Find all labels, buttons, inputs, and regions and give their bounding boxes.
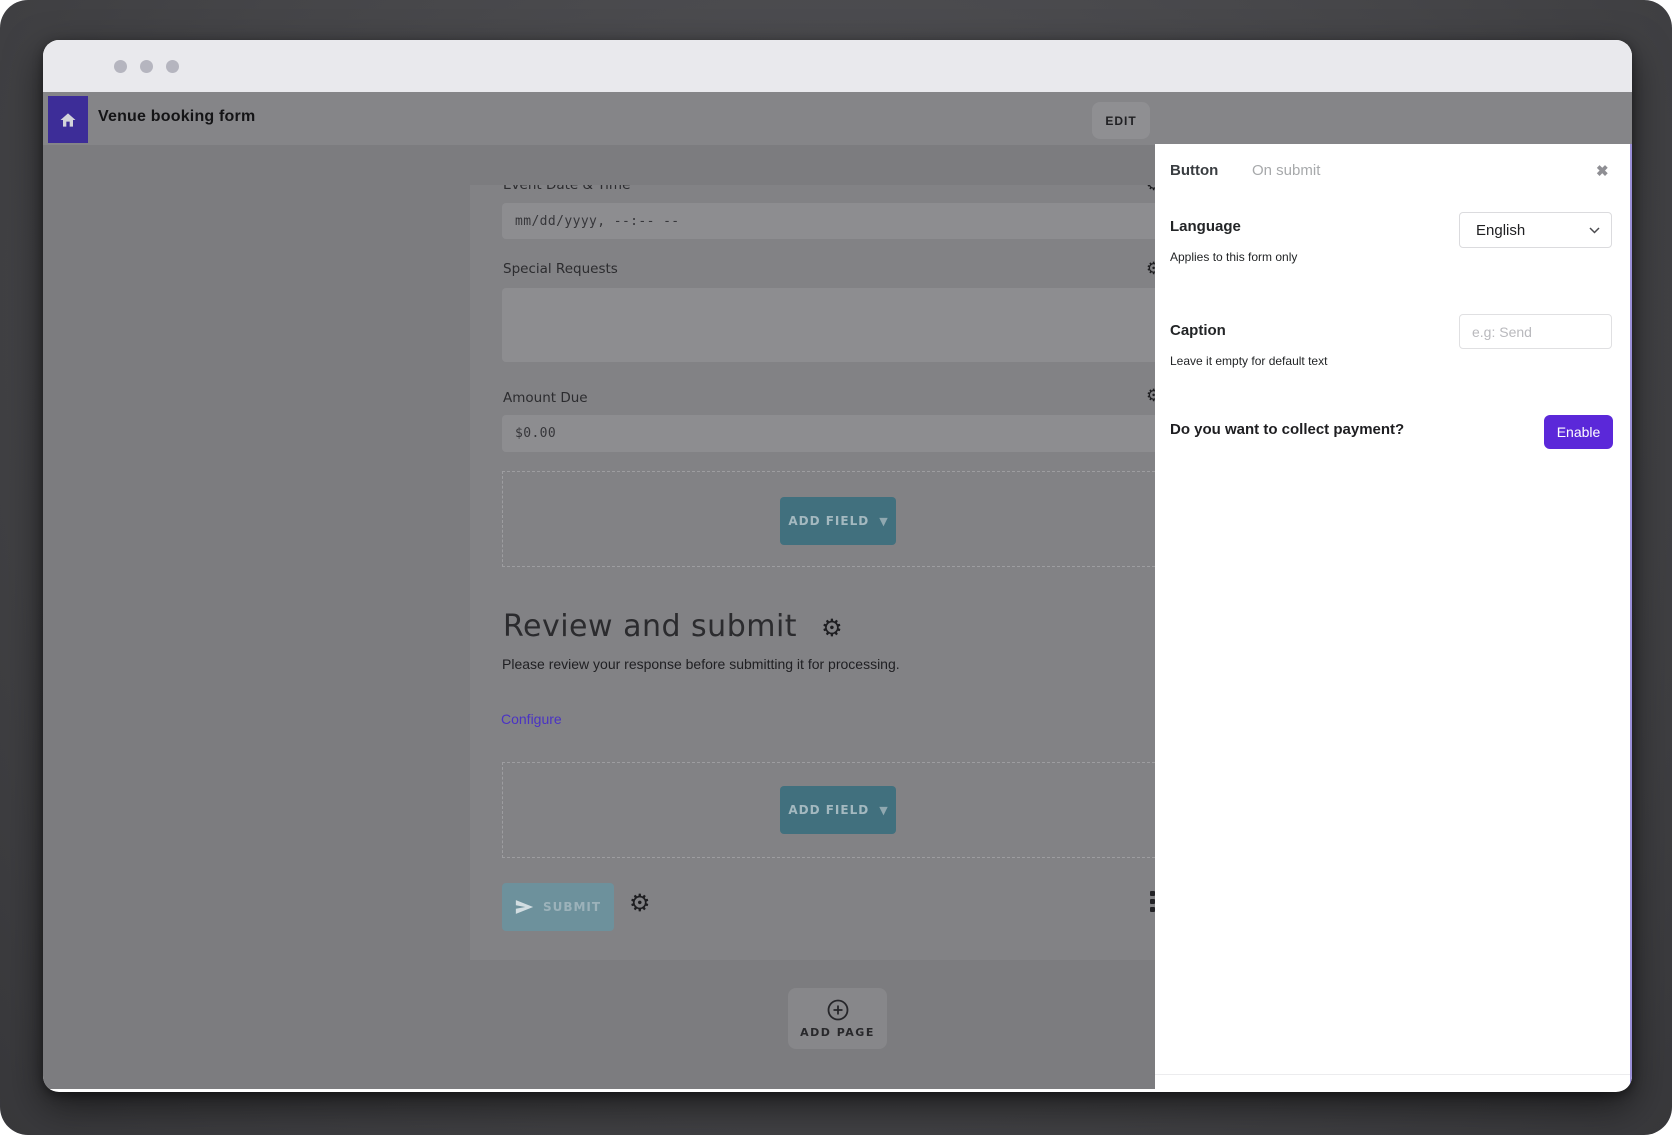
payment-question: Do you want to collect payment? <box>1170 421 1404 438</box>
enable-payment-button[interactable]: Enable <box>1544 415 1613 449</box>
add-field-label: ADD FIELD <box>788 514 869 528</box>
date-time-value: mm/dd/yyyy, --:-- -- <box>515 214 680 229</box>
add-page-button[interactable]: ADD PAGE <box>788 988 887 1049</box>
configure-link[interactable]: Configure <box>501 711 562 727</box>
caret-down-icon: ▼ <box>879 515 887 528</box>
gear-icon[interactable]: ⚙ <box>629 891 651 915</box>
panel-footer-divider <box>1155 1074 1630 1075</box>
page-title: Venue booking form <box>98 108 255 126</box>
add-field-button[interactable]: ADD FIELD ▼ <box>780 786 896 834</box>
add-field-label: ADD FIELD <box>788 803 869 817</box>
language-label: Language <box>1170 218 1241 235</box>
caption-help: Leave it empty for default text <box>1170 354 1327 368</box>
home-button[interactable] <box>48 96 88 143</box>
gear-icon[interactable]: ⚙ <box>821 614 843 642</box>
section-description: Please review your response before submi… <box>502 656 900 672</box>
submit-button[interactable]: SUBMIT <box>502 883 614 931</box>
date-time-input[interactable]: mm/dd/yyyy, --:-- -- <box>502 203 1170 239</box>
section-heading-text: Review and submit <box>503 609 797 644</box>
tab-button[interactable]: Button <box>1170 162 1218 179</box>
caption-input[interactable] <box>1459 314 1612 349</box>
button-settings-panel: Button On submit ✖ Language English Appl… <box>1155 144 1632 1089</box>
language-select[interactable]: English <box>1459 212 1612 248</box>
language-help: Applies to this form only <box>1170 250 1297 264</box>
tab-on-submit[interactable]: On submit <box>1252 162 1320 179</box>
send-icon <box>515 899 534 915</box>
section-heading: Review and submit ⚙ <box>503 609 843 644</box>
window-dot <box>166 60 179 73</box>
amount-due-value: $0.00 <box>515 426 556 441</box>
special-requests-textarea[interactable] <box>502 288 1170 362</box>
field-label: Amount Due <box>503 390 588 406</box>
submit-label: SUBMIT <box>543 900 601 914</box>
field-label: Special Requests <box>503 261 618 277</box>
app-header: Venue booking form EDIT <box>43 92 1632 145</box>
caption-label: Caption <box>1170 322 1226 339</box>
home-icon <box>58 110 78 130</box>
window-dot <box>114 60 127 73</box>
screenshot-frame: Venue booking form EDIT Event Date & Tim… <box>0 0 1672 1135</box>
caret-down-icon: ▼ <box>879 804 887 817</box>
close-icon[interactable]: ✖ <box>1596 162 1609 180</box>
add-field-button[interactable]: ADD FIELD ▼ <box>780 497 896 545</box>
window-dot <box>140 60 153 73</box>
window-titlebar <box>43 40 1632 92</box>
language-value: English <box>1476 222 1525 239</box>
chevron-down-icon <box>1589 227 1600 234</box>
app-area-dimmed: Venue booking form EDIT Event Date & Tim… <box>43 92 1632 1089</box>
browser-window: Venue booking form EDIT Event Date & Tim… <box>43 40 1632 1092</box>
field-label: Event Date & Time <box>503 185 630 193</box>
form-page: Event Date & Time ⚙ mm/dd/yyyy, --:-- --… <box>470 185 1180 960</box>
amount-due-input[interactable]: $0.00 <box>502 415 1170 452</box>
plus-circle-icon <box>827 999 849 1021</box>
edit-button[interactable]: EDIT <box>1092 102 1150 139</box>
add-page-label: ADD PAGE <box>800 1026 875 1039</box>
